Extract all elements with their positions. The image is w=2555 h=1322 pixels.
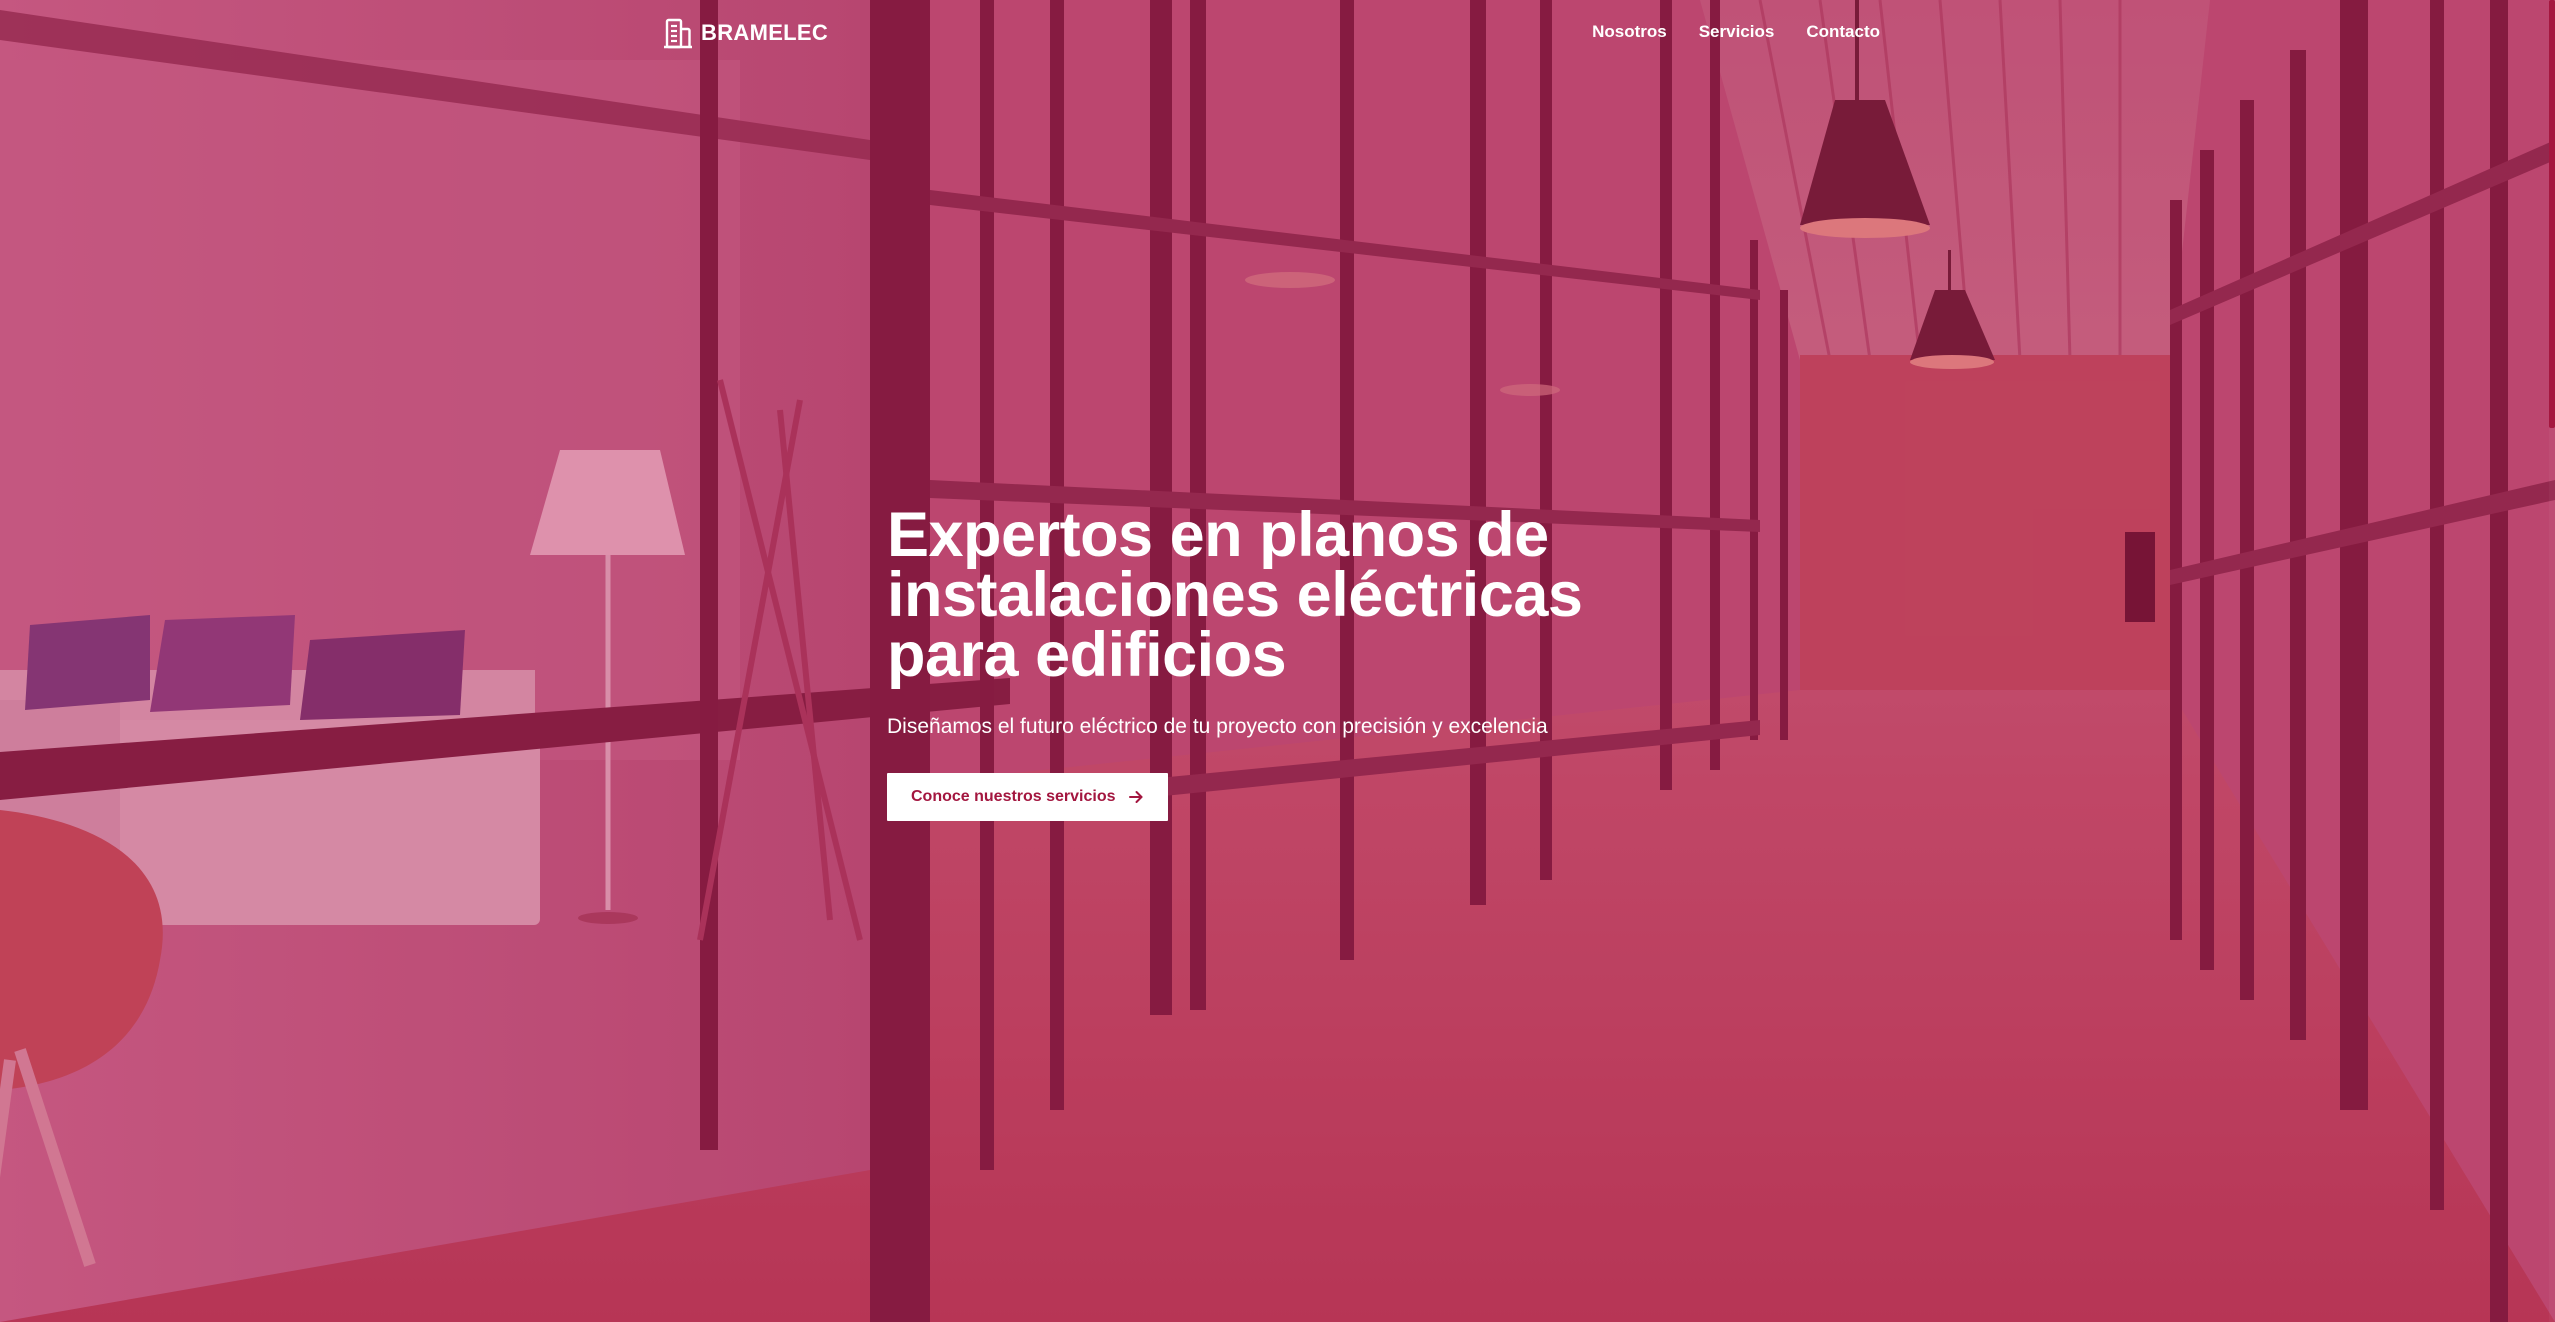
nav-link-contacto[interactable]: Contacto (1806, 22, 1880, 42)
arrow-right-icon (1128, 791, 1143, 803)
brand-logo-link[interactable]: BRAMELEC (663, 17, 828, 49)
nav-link-nosotros[interactable]: Nosotros (1592, 22, 1667, 42)
site-header: BRAMELEC Nosotros Servicios Contacto (0, 0, 2555, 66)
nav-link-servicios[interactable]: Servicios (1699, 22, 1775, 42)
building-icon (664, 18, 692, 49)
hero-section: BRAMELEC Nosotros Servicios Contacto Exp… (0, 0, 2555, 1322)
page-scrollbar[interactable] (2549, 0, 2555, 1322)
hero-subtitle: Diseñamos el futuro eléctrico de tu proy… (887, 715, 1548, 738)
main-navigation: Nosotros Servicios Contacto (1592, 22, 1880, 42)
hero-title: Expertos en planos de instalaciones eléc… (887, 504, 1787, 687)
services-cta-label: Conoce nuestros servicios (911, 788, 1116, 805)
services-cta-button[interactable]: Conoce nuestros servicios (887, 773, 1168, 821)
scrollbar-thumb[interactable] (2549, 0, 2555, 428)
hero-content: Expertos en planos de instalaciones eléc… (887, 504, 1787, 821)
brand-name: BRAMELEC (701, 20, 829, 45)
hero-title-line-3: para edificios (887, 620, 1287, 690)
